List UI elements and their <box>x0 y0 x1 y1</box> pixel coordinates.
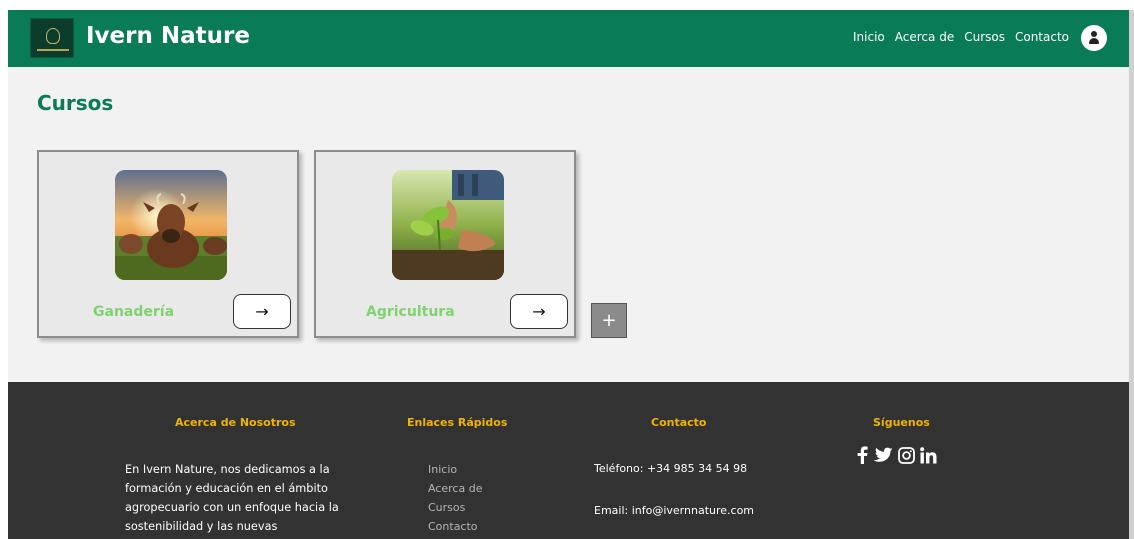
footer-heading-contact: Contacto <box>651 416 707 429</box>
instagram-icon[interactable] <box>898 446 915 468</box>
user-account-button[interactable] <box>1081 25 1107 51</box>
main-nav: Inicio Acerca de Cursos Contacto <box>853 30 1069 44</box>
window-edge <box>1129 10 1134 539</box>
footer-about-text: En Ivern Nature, nos dedicamos a la form… <box>125 463 339 533</box>
footer-link-cursos[interactable]: Cursos <box>428 498 482 517</box>
page: Ivern Nature Inicio Acerca de Cursos Con… <box>8 10 1129 539</box>
linkedin-icon[interactable] <box>920 446 937 468</box>
footer-quick-links: Inicio Acerca de Cursos Contacto <box>428 460 482 536</box>
footer-link-inicio[interactable]: Inicio <box>428 460 482 479</box>
hands-planting-image <box>392 170 504 280</box>
social-links <box>856 446 937 468</box>
footer-heading-social: Síguenos <box>873 416 930 429</box>
footer-email[interactable]: Email: info@ivernnature.com <box>594 504 754 517</box>
user-icon-body <box>1089 38 1099 44</box>
top-navbar: Ivern Nature Inicio Acerca de Cursos Con… <box>8 10 1129 67</box>
course-card-agricultura[interactable]: Agricultura → <box>314 150 576 338</box>
cow-pasture-image <box>115 170 227 280</box>
twitter-icon[interactable] <box>873 447 893 468</box>
footer-heading-about: Acerca de Nosotros <box>175 416 296 429</box>
footer: Acerca de Nosotros En Ivern Nature, nos … <box>8 382 1129 539</box>
logo[interactable] <box>30 18 74 58</box>
footer-heading-links: Enlaces Rápidos <box>407 416 508 429</box>
facebook-icon[interactable] <box>856 446 868 468</box>
add-course-button[interactable]: + <box>591 303 627 338</box>
nav-link-acerca-de[interactable]: Acerca de <box>895 30 954 44</box>
logo-wordmark <box>37 49 69 51</box>
user-icon-head <box>1091 31 1097 37</box>
course-label-ganaderia: Ganadería <box>93 304 175 320</box>
open-course-ganaderia-button[interactable]: → <box>233 294 291 329</box>
arrow-right-icon: → <box>255 302 269 321</box>
arrow-right-icon: → <box>532 302 546 321</box>
logo-leaf-icon <box>46 28 60 44</box>
course-label-agricultura: Agricultura <box>366 304 455 320</box>
nav-link-inicio[interactable]: Inicio <box>853 30 885 44</box>
footer-link-contacto[interactable]: Contacto <box>428 517 482 536</box>
nav-link-cursos[interactable]: Cursos <box>964 30 1005 44</box>
brand-name[interactable]: Ivern Nature <box>86 23 250 49</box>
plus-icon: + <box>601 310 617 331</box>
footer-phone: Teléfono: +34 985 34 54 98 <box>594 462 748 475</box>
page-title: Cursos <box>37 91 114 115</box>
footer-link-acerca-de[interactable]: Acerca de <box>428 479 482 498</box>
nav-link-contacto[interactable]: Contacto <box>1015 30 1069 44</box>
open-course-agricultura-button[interactable]: → <box>510 294 568 329</box>
course-card-ganaderia[interactable]: Ganadería → <box>37 150 299 338</box>
